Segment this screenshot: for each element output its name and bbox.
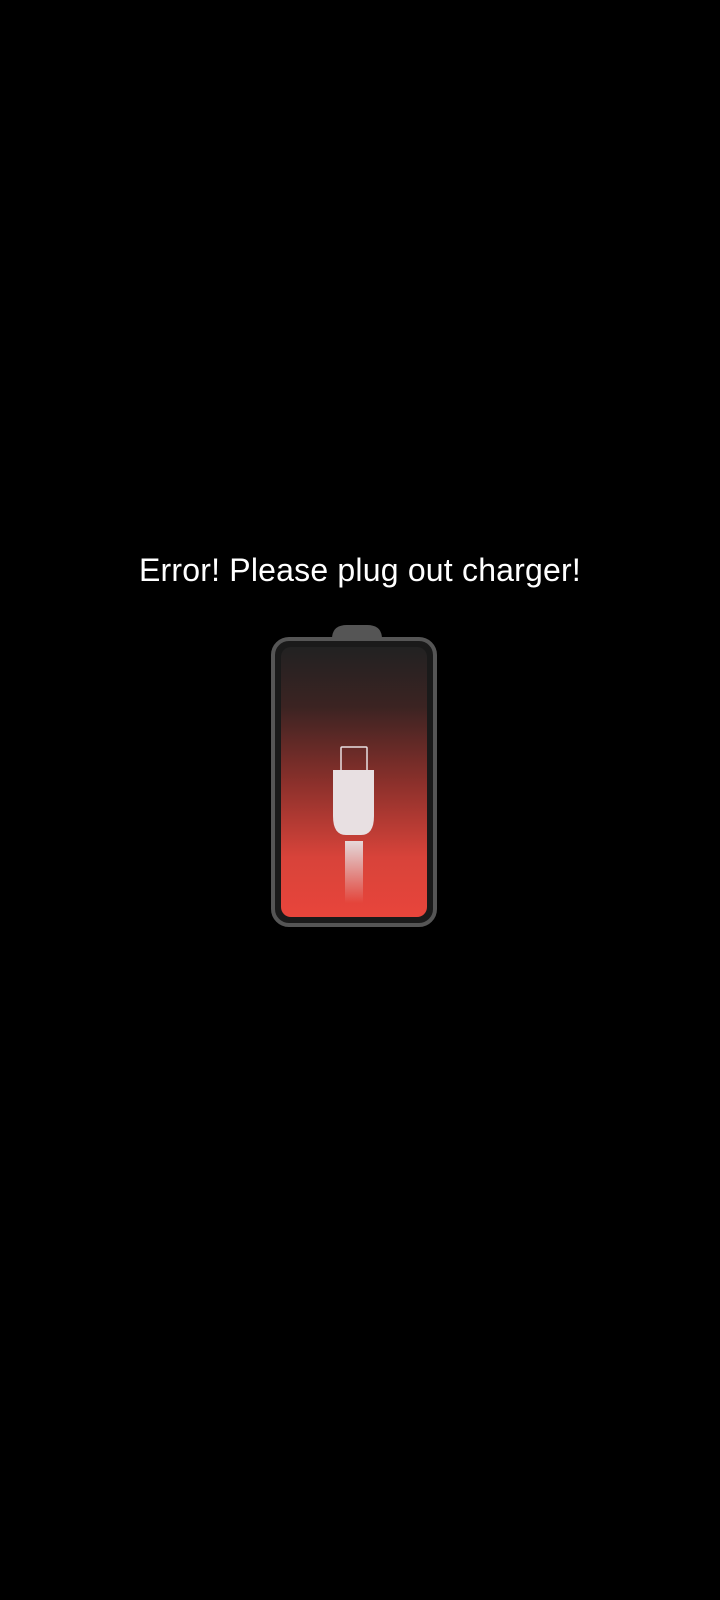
battery-charging-error-icon — [271, 625, 437, 927]
charger-cable — [345, 841, 363, 903]
error-message: Error! Please plug out charger! — [139, 552, 581, 588]
battery-terminal — [332, 625, 382, 639]
charging-error-screen: Error! Please plug out charger! — [0, 0, 720, 1600]
usb-c-plug-icon — [333, 770, 374, 835]
